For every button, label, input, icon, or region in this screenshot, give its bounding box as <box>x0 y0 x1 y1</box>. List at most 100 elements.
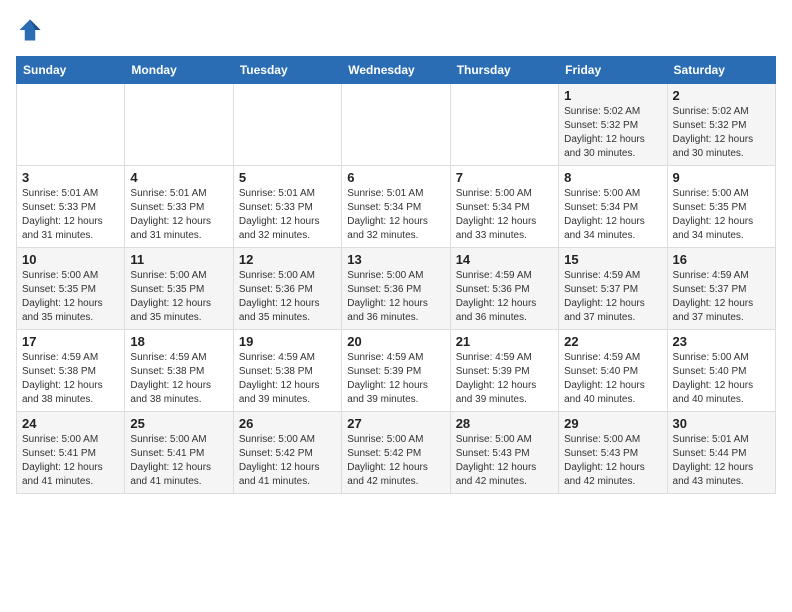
day-info: Sunrise: 5:00 AM Sunset: 5:42 PM Dayligh… <box>347 433 444 489</box>
day-info: Sunrise: 4:59 AM Sunset: 5:36 PM Dayligh… <box>456 269 553 325</box>
day-info: Sunrise: 4:59 AM Sunset: 5:39 PM Dayligh… <box>347 351 444 407</box>
calendar-cell <box>342 84 450 166</box>
day-number: 6 <box>347 170 444 185</box>
calendar-cell: 7 Sunrise: 5:00 AM Sunset: 5:34 PM Daylig… <box>450 166 558 248</box>
day-info: Sunrise: 5:00 AM Sunset: 5:35 PM Dayligh… <box>130 269 227 325</box>
day-number: 22 <box>564 334 661 349</box>
day-info: Sunrise: 4:59 AM Sunset: 5:39 PM Dayligh… <box>456 351 553 407</box>
calendar-cell: 27 Sunrise: 5:00 AM Sunset: 5:42 PM Dayli… <box>342 412 450 494</box>
calendar-week-row: 24 Sunrise: 5:00 AM Sunset: 5:41 PM Dayli… <box>17 412 776 494</box>
weekday-header: Thursday <box>450 57 558 84</box>
calendar-cell: 16 Sunrise: 4:59 AM Sunset: 5:37 PM Dayli… <box>667 248 775 330</box>
day-number: 8 <box>564 170 661 185</box>
day-number: 10 <box>22 252 119 267</box>
calendar-cell: 6 Sunrise: 5:01 AM Sunset: 5:34 PM Daylig… <box>342 166 450 248</box>
day-info: Sunrise: 5:01 AM Sunset: 5:44 PM Dayligh… <box>673 433 770 489</box>
day-number: 23 <box>673 334 770 349</box>
weekday-header: Sunday <box>17 57 125 84</box>
day-number: 17 <box>22 334 119 349</box>
day-number: 15 <box>564 252 661 267</box>
weekday-header: Tuesday <box>233 57 341 84</box>
day-number: 4 <box>130 170 227 185</box>
day-info: Sunrise: 4:59 AM Sunset: 5:37 PM Dayligh… <box>673 269 770 325</box>
day-number: 5 <box>239 170 336 185</box>
page-header <box>16 16 776 44</box>
calendar-cell: 30 Sunrise: 5:01 AM Sunset: 5:44 PM Dayli… <box>667 412 775 494</box>
day-info: Sunrise: 5:00 AM Sunset: 5:40 PM Dayligh… <box>673 351 770 407</box>
calendar-cell <box>17 84 125 166</box>
weekday-header: Saturday <box>667 57 775 84</box>
calendar-cell <box>125 84 233 166</box>
day-number: 27 <box>347 416 444 431</box>
calendar-cell: 2Sunrise: 5:02 AM Sunset: 5:32 PM Daylig… <box>667 84 775 166</box>
calendar-cell: 22 Sunrise: 4:59 AM Sunset: 5:40 PM Dayli… <box>559 330 667 412</box>
day-info: Sunrise: 5:00 AM Sunset: 5:43 PM Dayligh… <box>564 433 661 489</box>
weekday-header: Monday <box>125 57 233 84</box>
day-info: Sunrise: 4:59 AM Sunset: 5:38 PM Dayligh… <box>239 351 336 407</box>
day-info: Sunrise: 5:00 AM Sunset: 5:36 PM Dayligh… <box>347 269 444 325</box>
day-info: Sunrise: 5:00 AM Sunset: 5:43 PM Dayligh… <box>456 433 553 489</box>
day-info: Sunrise: 5:00 AM Sunset: 5:34 PM Dayligh… <box>564 187 661 243</box>
calendar-cell: 17 Sunrise: 4:59 AM Sunset: 5:38 PM Dayli… <box>17 330 125 412</box>
calendar-cell: 11 Sunrise: 5:00 AM Sunset: 5:35 PM Dayli… <box>125 248 233 330</box>
day-info: Sunrise: 5:01 AM Sunset: 5:33 PM Dayligh… <box>239 187 336 243</box>
day-number: 16 <box>673 252 770 267</box>
calendar-cell: 20 Sunrise: 4:59 AM Sunset: 5:39 PM Dayli… <box>342 330 450 412</box>
logo <box>16 16 48 44</box>
day-number: 30 <box>673 416 770 431</box>
day-number: 28 <box>456 416 553 431</box>
day-number: 25 <box>130 416 227 431</box>
day-info: Sunrise: 5:00 AM Sunset: 5:41 PM Dayligh… <box>22 433 119 489</box>
calendar-cell: 9 Sunrise: 5:00 AM Sunset: 5:35 PM Daylig… <box>667 166 775 248</box>
calendar-week-row: 1Sunrise: 5:02 AM Sunset: 5:32 PM Daylig… <box>17 84 776 166</box>
calendar-cell: 4 Sunrise: 5:01 AM Sunset: 5:33 PM Daylig… <box>125 166 233 248</box>
calendar-cell: 24 Sunrise: 5:00 AM Sunset: 5:41 PM Dayli… <box>17 412 125 494</box>
weekday-header: Friday <box>559 57 667 84</box>
logo-icon <box>16 16 44 44</box>
calendar-cell: 29 Sunrise: 5:00 AM Sunset: 5:43 PM Dayli… <box>559 412 667 494</box>
day-number: 12 <box>239 252 336 267</box>
calendar-cell: 18 Sunrise: 4:59 AM Sunset: 5:38 PM Dayli… <box>125 330 233 412</box>
day-number: 24 <box>22 416 119 431</box>
day-info: Sunrise: 5:01 AM Sunset: 5:34 PM Dayligh… <box>347 187 444 243</box>
calendar-cell: 26Sunrise: 5:00 AM Sunset: 5:42 PM Dayli… <box>233 412 341 494</box>
day-info: Sunrise: 4:59 AM Sunset: 5:38 PM Dayligh… <box>22 351 119 407</box>
day-info: Sunrise: 5:00 AM Sunset: 5:35 PM Dayligh… <box>673 187 770 243</box>
day-number: 9 <box>673 170 770 185</box>
day-number: 21 <box>456 334 553 349</box>
day-info: Sunrise: 4:59 AM Sunset: 5:40 PM Dayligh… <box>564 351 661 407</box>
calendar-cell <box>450 84 558 166</box>
day-number: 7 <box>456 170 553 185</box>
calendar-cell <box>233 84 341 166</box>
calendar-cell: 13 Sunrise: 5:00 AM Sunset: 5:36 PM Dayli… <box>342 248 450 330</box>
day-number: 2 <box>673 88 770 103</box>
calendar-cell: 5 Sunrise: 5:01 AM Sunset: 5:33 PM Daylig… <box>233 166 341 248</box>
calendar-week-row: 17 Sunrise: 4:59 AM Sunset: 5:38 PM Dayli… <box>17 330 776 412</box>
calendar-week-row: 10 Sunrise: 5:00 AM Sunset: 5:35 PM Dayli… <box>17 248 776 330</box>
day-info: Sunrise: 5:00 AM Sunset: 5:36 PM Dayligh… <box>239 269 336 325</box>
calendar-cell: 28 Sunrise: 5:00 AM Sunset: 5:43 PM Dayli… <box>450 412 558 494</box>
calendar-table: SundayMondayTuesdayWednesdayThursdayFrid… <box>16 56 776 494</box>
day-number: 29 <box>564 416 661 431</box>
calendar-cell: 10 Sunrise: 5:00 AM Sunset: 5:35 PM Dayli… <box>17 248 125 330</box>
calendar-cell: 3Sunrise: 5:01 AM Sunset: 5:33 PM Daylig… <box>17 166 125 248</box>
day-info: Sunrise: 5:01 AM Sunset: 5:33 PM Dayligh… <box>130 187 227 243</box>
day-number: 19 <box>239 334 336 349</box>
day-number: 20 <box>347 334 444 349</box>
day-info: Sunrise: 4:59 AM Sunset: 5:38 PM Dayligh… <box>130 351 227 407</box>
day-number: 11 <box>130 252 227 267</box>
day-number: 13 <box>347 252 444 267</box>
calendar-cell: 8 Sunrise: 5:00 AM Sunset: 5:34 PM Daylig… <box>559 166 667 248</box>
day-info: Sunrise: 5:00 AM Sunset: 5:35 PM Dayligh… <box>22 269 119 325</box>
calendar-header-row: SundayMondayTuesdayWednesdayThursdayFrid… <box>17 57 776 84</box>
day-number: 18 <box>130 334 227 349</box>
day-info: Sunrise: 4:59 AM Sunset: 5:37 PM Dayligh… <box>564 269 661 325</box>
day-number: 26 <box>239 416 336 431</box>
day-info: Sunrise: 5:01 AM Sunset: 5:33 PM Dayligh… <box>22 187 119 243</box>
calendar-cell: 25Sunrise: 5:00 AM Sunset: 5:41 PM Dayli… <box>125 412 233 494</box>
calendar-cell: 23 Sunrise: 5:00 AM Sunset: 5:40 PM Dayli… <box>667 330 775 412</box>
day-info: Sunrise: 5:00 AM Sunset: 5:34 PM Dayligh… <box>456 187 553 243</box>
calendar-week-row: 3Sunrise: 5:01 AM Sunset: 5:33 PM Daylig… <box>17 166 776 248</box>
calendar-cell: 1Sunrise: 5:02 AM Sunset: 5:32 PM Daylig… <box>559 84 667 166</box>
day-number: 1 <box>564 88 661 103</box>
